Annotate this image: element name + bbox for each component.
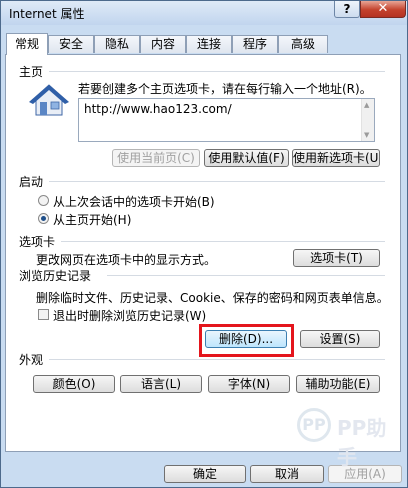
internet-properties-window: Internet 属性 ? ✕ 常规 安全 隐私 内容 连接 程序 高级 主页 …: [0, 0, 408, 488]
watermark-text: PP助手: [337, 416, 387, 469]
title-bar[interactable]: Internet 属性 ? ✕: [1, 1, 407, 25]
help-button[interactable]: ?: [334, 1, 360, 18]
use-current-button[interactable]: 使用当前页(C): [112, 149, 200, 167]
history-section-title: 浏览历史记录: [19, 269, 92, 283]
tabs-divider: [61, 241, 385, 242]
home-section-title: 主页: [19, 65, 44, 79]
delete-on-exit-label: 退出时删除浏览历史记录(W): [53, 309, 207, 323]
tab-connections[interactable]: 连接: [186, 35, 232, 53]
radio-last-session-label: 从上次会话中的选项卡开始(B): [53, 195, 215, 209]
startup-divider: [49, 181, 385, 182]
history-description: 删除临时文件、历史记录、Cookie、保存的密码和网页表单信息。: [36, 291, 389, 305]
colors-button[interactable]: 颜色(O): [33, 375, 115, 393]
fonts-button[interactable]: 字体(N): [208, 375, 290, 393]
cancel-button[interactable]: 取消: [250, 465, 324, 483]
delete-button-highlight: [199, 324, 294, 357]
delete-on-exit-checkbox[interactable]: [38, 309, 49, 320]
textarea-scrollbar[interactable]: ▲ ▼: [361, 99, 374, 141]
pp-logo-icon: PP: [297, 408, 331, 442]
window-title: Internet 属性: [9, 7, 85, 21]
close-button[interactable]: ✕: [360, 1, 406, 18]
radio-home-page[interactable]: [38, 213, 49, 224]
tabs-description: 更改网页在选项卡中的显示方式。: [36, 253, 217, 267]
tab-programs[interactable]: 程序: [232, 35, 278, 53]
tab-privacy[interactable]: 隐私: [94, 35, 140, 53]
home-icon: [29, 84, 69, 116]
pp-assistant-watermark: PP PP助手: [297, 408, 397, 469]
startup-section-title: 启动: [19, 175, 44, 189]
home-url-textarea[interactable]: http://www.hao123.com/ ▲ ▼: [78, 98, 375, 142]
settings-button[interactable]: 设置(S): [300, 330, 380, 348]
use-default-button[interactable]: 使用默认值(F): [204, 149, 289, 167]
tab-security[interactable]: 安全: [48, 35, 94, 53]
appearance-divider: [49, 359, 385, 360]
tab-general[interactable]: 常规: [6, 33, 48, 55]
radio-home-page-label: 从主页开始(H): [53, 213, 132, 227]
radio-last-session[interactable]: [38, 195, 49, 206]
ok-button[interactable]: 确定: [164, 465, 246, 483]
languages-button[interactable]: 语言(L): [120, 375, 202, 393]
use-new-tab-button[interactable]: 使用新选项卡(U): [292, 149, 380, 167]
accessibility-button[interactable]: 辅助功能(E): [296, 375, 380, 393]
appearance-section-title: 外观: [19, 353, 44, 367]
tabs-button[interactable]: 选项卡(T): [293, 249, 380, 267]
scroll-down-icon[interactable]: ▼: [364, 131, 369, 139]
home-divider: [49, 71, 385, 72]
home-description: 若要创建多个主页选项卡，请在每行输入一个地址(R)。: [78, 82, 372, 96]
tabs-section-title: 选项卡: [19, 235, 56, 249]
history-divider: [107, 275, 385, 276]
tab-advanced[interactable]: 高级: [278, 35, 328, 53]
tab-content[interactable]: 内容: [140, 35, 186, 53]
home-url-value: http://www.hao123.com/: [84, 102, 232, 116]
scroll-up-icon[interactable]: ▲: [364, 101, 369, 109]
